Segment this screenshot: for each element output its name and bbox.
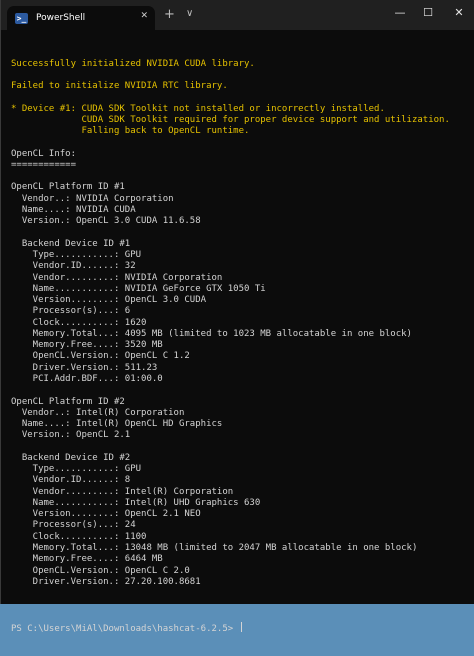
terminal-line: Failed to initialize NVIDIA RTC library. [11, 81, 228, 92]
close-window-button[interactable]: ✕ [450, 6, 468, 19]
minimize-button[interactable]: — [391, 6, 409, 19]
terminal-line: ============ [11, 159, 77, 170]
terminal-line: Name....: NVIDIA CUDA [11, 205, 136, 216]
terminal-line: OpenCL.Version.: OpenCL C 1.2 [11, 351, 190, 362]
prompt-line[interactable]: PS C:\Users\MiAl\Downloads\hashcat-6.2.5… [11, 621, 474, 634]
terminal-line: Memory.Free....: 6464 MB [11, 554, 163, 565]
terminal-line: Vendor.........: NVIDIA Corporation [11, 272, 223, 283]
terminal-line: Name...........: NVIDIA GeForce GTX 1050… [11, 283, 266, 294]
terminal-line: Memory.Free....: 3520 MB [11, 340, 163, 351]
terminal-line: OpenCL Platform ID #1 [11, 182, 125, 193]
terminal-line: Vendor.........: Intel(R) Corporation [11, 486, 234, 497]
title-bar[interactable]: >_ PowerShell ✕ + ∨ — ☐ ✕ [1, 0, 474, 30]
terminal-line: Clock..........: 1620 [11, 317, 147, 328]
terminal-line: Version.: OpenCL 2.1 [11, 430, 131, 441]
terminal-line: Driver.Version.: 511.23 [11, 362, 158, 373]
text-cursor [240, 621, 242, 632]
terminal-line: Type...........: GPU [11, 250, 142, 261]
terminal-line: Processor(s)...: 24 [11, 520, 136, 531]
terminal-line: Vendor.ID......: 8 [11, 475, 131, 486]
terminal-line: Clock..........: 1100 [11, 531, 147, 542]
terminal-line: Falling back to OpenCL runtime. [11, 126, 250, 137]
powershell-window: >_ PowerShell ✕ + ∨ — ☐ ✕ Successfully i… [0, 0, 474, 634]
terminal-line: Vendor..: NVIDIA Corporation [11, 193, 174, 204]
terminal-line: Memory.Total...: 13048 MB (limited to 20… [11, 542, 418, 553]
terminal-line: Version........: OpenCL 2.1 NEO [11, 509, 201, 520]
tab-title: PowerShell [36, 13, 86, 23]
close-tab-icon[interactable]: ✕ [140, 11, 148, 21]
terminal-line: Backend Device ID #2 [11, 452, 131, 463]
terminal-line: Name....: Intel(R) OpenCL HD Graphics [11, 419, 223, 430]
terminal-line: Vendor..: Intel(R) Corporation [11, 407, 185, 418]
terminal-line: CUDA SDK Toolkit required for proper dev… [11, 114, 450, 125]
terminal-lines: Successfully initialized NVIDIA CUDA lib… [11, 59, 474, 600]
terminal-line: Successfully initialized NVIDIA CUDA lib… [11, 58, 255, 69]
terminal-line: Backend Device ID #1 [11, 238, 131, 249]
new-tab-button[interactable]: + [164, 7, 175, 22]
terminal-line: Processor(s)...: 6 [11, 306, 131, 317]
terminal-line: Vendor.ID......: 32 [11, 261, 136, 272]
terminal-line: Driver.Version.: 27.20.100.8681 [11, 576, 201, 587]
prompt-text: PS C:\Users\MiAl\Downloads\hashcat-6.2.5… [11, 623, 239, 634]
terminal-line: OpenCL Info: [11, 148, 77, 159]
terminal-line: Version........: OpenCL 3.0 CUDA [11, 295, 207, 306]
terminal-line: OpenCL Platform ID #2 [11, 396, 125, 407]
terminal-line: Type...........: GPU [11, 464, 142, 475]
tab-powershell[interactable]: >_ PowerShell ✕ [7, 6, 155, 30]
terminal-line: PCI.Addr.BDF...: 01:00.0 [11, 374, 163, 384]
terminal-line: Name...........: Intel(R) UHD Graphics 6… [11, 497, 261, 508]
chevron-down-icon[interactable]: ∨ [186, 8, 193, 19]
terminal-line: Memory.Total...: 4095 MB (limited to 102… [11, 328, 412, 339]
terminal-line: * Device #1: CUDA SDK Toolkit not instal… [11, 103, 385, 114]
terminal-line: Version.: OpenCL 3.0 CUDA 11.6.58 [11, 216, 201, 227]
terminal-line: OpenCL.Version.: OpenCL C 2.0 [11, 565, 190, 576]
powershell-icon: >_ [15, 12, 28, 24]
terminal-output[interactable]: Successfully initialized NVIDIA CUDA lib… [11, 36, 474, 634]
maximize-button[interactable]: ☐ [419, 6, 437, 19]
